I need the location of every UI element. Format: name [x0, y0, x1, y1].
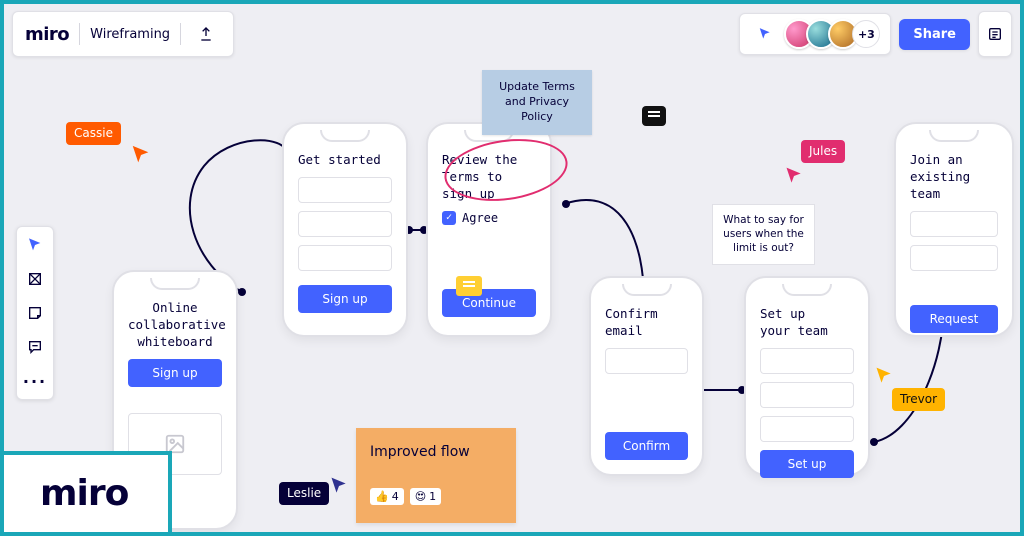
app-frame: miro Wireframing +3 [0, 0, 1024, 536]
note-text: What to say for users when the limit is … [723, 214, 804, 254]
agree-label: Agree [462, 211, 498, 225]
phone-review[interactable]: Review the Terms to sign up ✓ Agree Cont… [426, 122, 552, 337]
topbar: miro Wireframing +3 [12, 12, 1012, 56]
signup-button[interactable]: Sign up [298, 285, 392, 313]
cursor-icon [784, 166, 804, 186]
avatar-overflow[interactable]: +3 [852, 20, 880, 48]
cursor-icon [130, 144, 152, 166]
user-tag-cassie: Cassie [66, 122, 121, 145]
phone-notch [929, 130, 979, 142]
note-card[interactable]: What to say for users when the limit is … [712, 204, 815, 265]
sticky-title: Improved flow [370, 444, 502, 460]
user-tag-trevor: Trevor [892, 388, 945, 411]
request-button[interactable]: Request [910, 305, 998, 333]
confirm-button[interactable]: Confirm [605, 432, 688, 460]
user-tag-leslie: Leslie [279, 482, 329, 505]
left-toolbar: ··· [16, 226, 54, 400]
avatar-stack[interactable]: +3 [784, 19, 880, 49]
text-field[interactable] [910, 245, 998, 271]
callout-icon[interactable] [642, 106, 666, 126]
text-field[interactable] [605, 348, 688, 374]
export-icon[interactable] [191, 26, 221, 42]
presence-chip: +3 [739, 13, 891, 55]
phone-get-started[interactable]: Get started Sign up [282, 122, 408, 337]
comment-badge[interactable] [456, 276, 482, 296]
separator [180, 23, 181, 45]
phone-confirm[interactable]: Confirm email Confirm [589, 276, 704, 476]
phone-setup[interactable]: Set up your team Set up [744, 276, 870, 476]
share-button[interactable]: Share [899, 19, 970, 50]
phone-title: Get started [298, 152, 392, 169]
phone-join[interactable]: Join an existing team Request [894, 122, 1014, 337]
phone-title: Set up your team [760, 306, 854, 340]
cursor-presence-icon[interactable] [750, 27, 780, 41]
more-tools[interactable]: ··· [23, 369, 47, 393]
phone-title: Confirm email [605, 306, 688, 340]
sticky-text: Update Terms and Privacy Policy [499, 80, 575, 123]
setup-button[interactable]: Set up [760, 450, 854, 478]
miro-logo-large: miro [40, 473, 128, 514]
reaction[interactable]: 👍4 [370, 488, 404, 505]
miro-logo: miro [25, 24, 69, 45]
select-tool[interactable] [23, 233, 47, 257]
sticky-tool[interactable] [23, 301, 47, 325]
text-field[interactable] [760, 348, 854, 374]
checkmark-icon: ✓ [442, 211, 456, 225]
brand-corner: miro [0, 451, 172, 536]
phone-title: Review the Terms to sign up [442, 152, 536, 203]
agree-checkbox[interactable]: ✓ Agree [442, 211, 536, 225]
text-field[interactable] [298, 245, 392, 271]
text-field[interactable] [298, 177, 392, 203]
text-field[interactable] [298, 211, 392, 237]
phone-title: Online collaborative whiteboard [128, 300, 222, 351]
text-field[interactable] [910, 211, 998, 237]
comment-tool[interactable] [23, 335, 47, 359]
text-field[interactable] [760, 382, 854, 408]
activity-button[interactable] [978, 11, 1012, 57]
separator [79, 23, 80, 45]
frame-tool[interactable] [23, 267, 47, 291]
sticky-improved-flow[interactable]: Improved flow 👍4 😍1 [356, 428, 516, 523]
reaction-bar: 👍4 😍1 [370, 488, 502, 505]
reaction[interactable]: 😍1 [410, 488, 441, 505]
user-tag-jules: Jules [801, 140, 845, 163]
signup-button[interactable]: Sign up [128, 359, 222, 387]
phone-notch [782, 284, 832, 296]
board-chip[interactable]: miro Wireframing [12, 11, 234, 57]
cursor-icon [329, 476, 349, 496]
phone-title: Join an existing team [910, 152, 998, 203]
cursor-icon [874, 366, 894, 386]
sticky-note[interactable]: Update Terms and Privacy Policy [482, 70, 592, 135]
phone-notch [622, 284, 672, 296]
text-field[interactable] [760, 416, 854, 442]
phone-notch [150, 278, 200, 290]
board-title[interactable]: Wireframing [90, 27, 170, 42]
phone-notch [320, 130, 370, 142]
